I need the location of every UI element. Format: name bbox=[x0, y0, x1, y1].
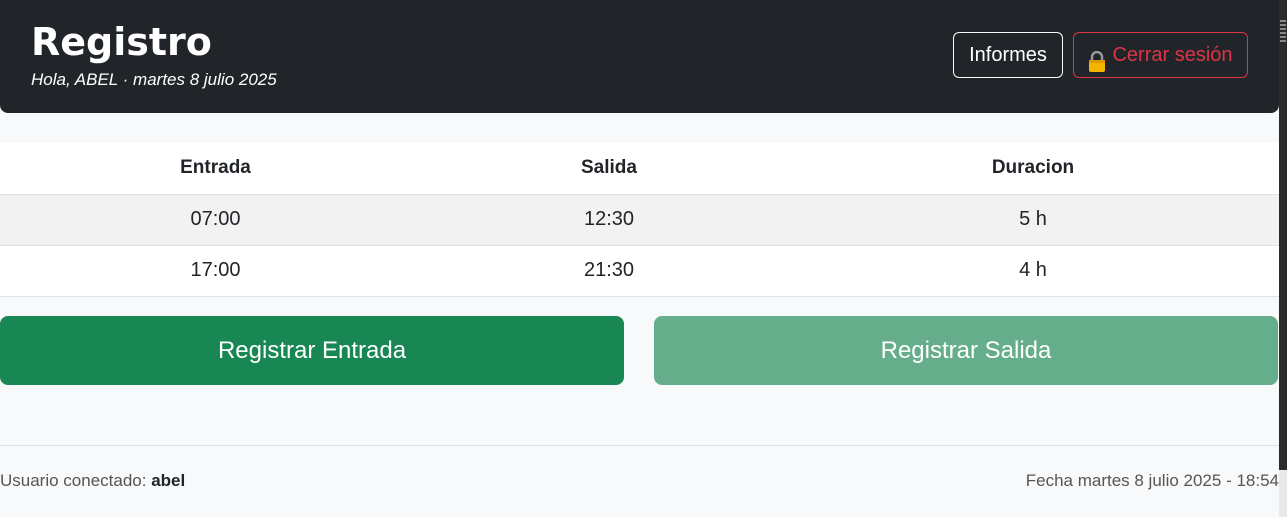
logout-button[interactable]: Cerrar sesión bbox=[1073, 32, 1248, 78]
connected-user-label: Usuario conectado: bbox=[0, 471, 152, 490]
column-header-salida: Salida bbox=[431, 143, 787, 195]
scrollbar-grip[interactable] bbox=[1280, 20, 1286, 42]
connected-user-name: abel bbox=[151, 471, 186, 490]
cell-salida: 21:30 bbox=[431, 245, 787, 297]
reports-button[interactable]: Informes bbox=[953, 32, 1063, 78]
connected-user: Usuario conectado: abel bbox=[0, 471, 185, 491]
column-header-duracion: Duracion bbox=[787, 143, 1279, 195]
scrollbar-track-end bbox=[1279, 470, 1287, 517]
cell-entrada: 07:00 bbox=[0, 194, 431, 246]
cell-salida: 12:30 bbox=[431, 194, 787, 246]
cell-duracion: 4 h bbox=[787, 245, 1279, 297]
page-title: Registro bbox=[31, 20, 212, 64]
app-header: Registro Hola, ABEL · martes 8 julio 202… bbox=[0, 0, 1279, 113]
footer-date: Fecha martes 8 julio 2025 - 18:54 bbox=[1025, 471, 1279, 490]
records-table: Entrada Salida Duracion 07:00 12:30 5 h … bbox=[0, 143, 1279, 297]
scrollbar[interactable] bbox=[1279, 0, 1287, 517]
logout-label: Cerrar sesión bbox=[1112, 44, 1233, 66]
register-entry-button[interactable]: Registrar Entrada bbox=[0, 316, 624, 385]
table-row: 07:00 12:30 5 h bbox=[0, 194, 1279, 246]
footer: Usuario conectado: abel Fecha martes 8 j… bbox=[0, 445, 1279, 517]
lock-icon bbox=[1088, 45, 1106, 72]
table-header-row: Entrada Salida Duracion bbox=[0, 143, 1279, 195]
cell-entrada: 17:00 bbox=[0, 245, 431, 297]
cell-duracion: 5 h bbox=[787, 194, 1279, 246]
greeting-subtitle: Hola, ABEL · martes 8 julio 2025 bbox=[31, 70, 277, 89]
register-exit-button[interactable]: Registrar Salida bbox=[654, 316, 1278, 385]
table-row: 17:00 21:30 4 h bbox=[0, 245, 1279, 297]
column-header-entrada: Entrada bbox=[0, 143, 431, 195]
